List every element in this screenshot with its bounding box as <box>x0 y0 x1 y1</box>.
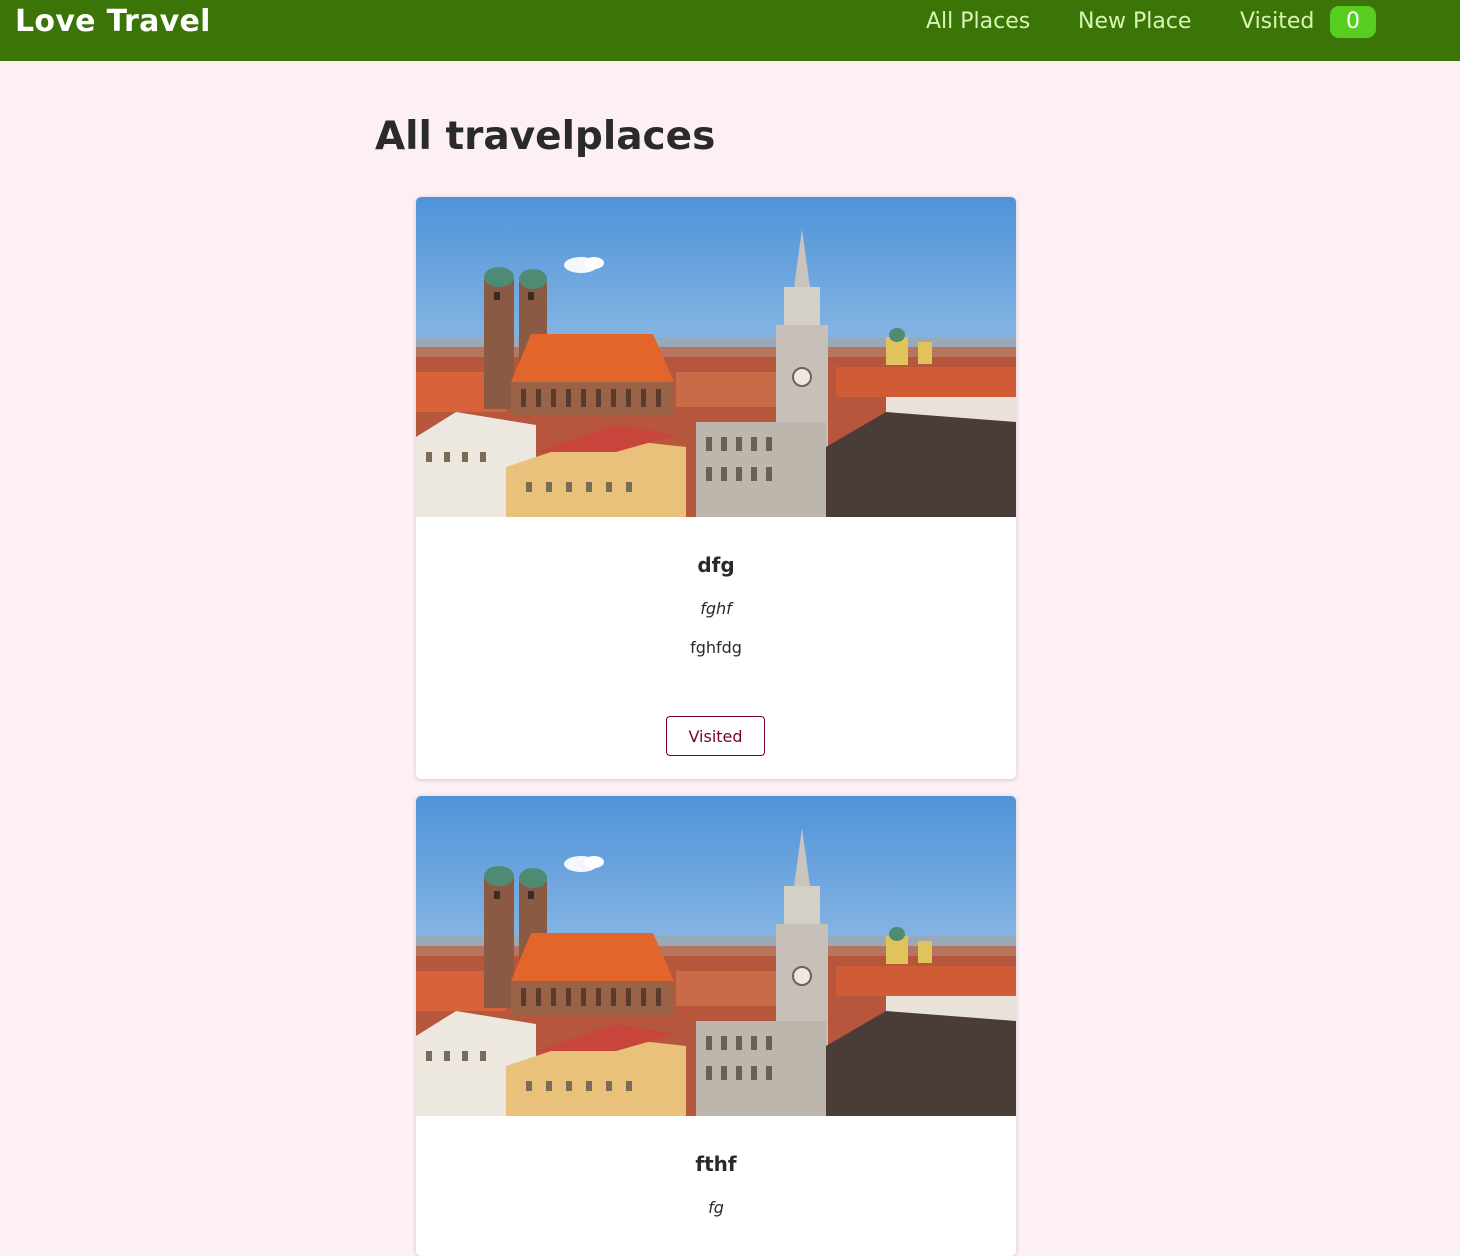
place-address: fghf <box>700 599 732 618</box>
place-card: dfg fghf fghfdg Visited <box>416 197 1016 779</box>
place-image <box>416 796 1016 1116</box>
nav-link-all-places[interactable]: All Places <box>926 9 1030 34</box>
header: Love Travel All Places New Place Visited… <box>0 0 1460 61</box>
visited-count-badge: 0 <box>1330 6 1376 38</box>
main-navigation: All Places New Place Visited 0 <box>0 0 1460 61</box>
place-card: fthf fg <box>416 796 1016 1256</box>
page-title: All travelplaces <box>375 114 716 159</box>
nav-link-new-place[interactable]: New Place <box>1078 9 1191 34</box>
place-address: fg <box>708 1198 724 1217</box>
place-title: fthf <box>695 1152 737 1176</box>
nav-link-visited[interactable]: Visited <box>1240 9 1314 34</box>
place-image <box>416 197 1016 517</box>
place-description: fghfdg <box>690 638 742 657</box>
place-title: dfg <box>697 553 735 577</box>
visited-button[interactable]: Visited <box>666 716 765 756</box>
